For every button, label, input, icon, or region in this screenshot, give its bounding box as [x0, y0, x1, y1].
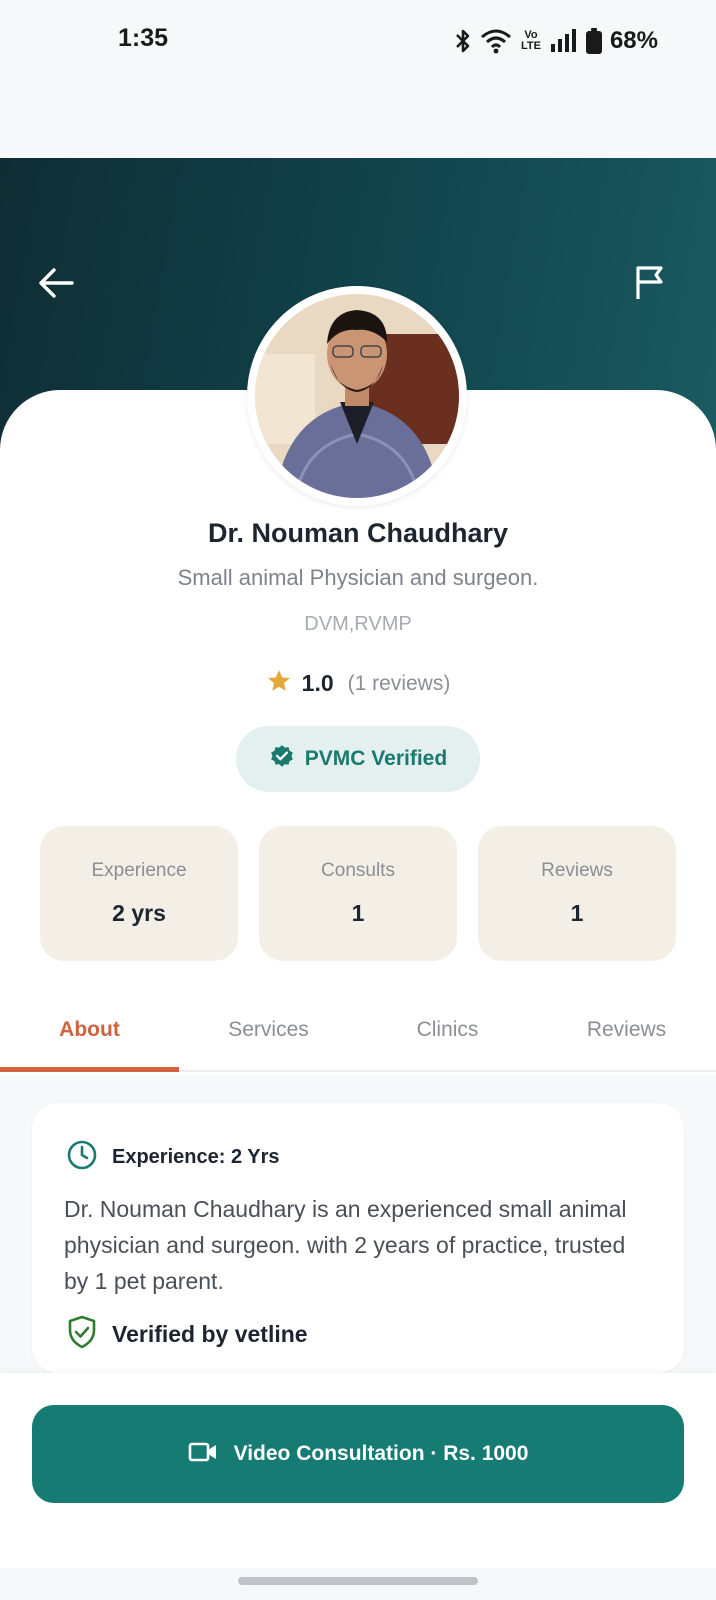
stat-label: Experience [91, 860, 187, 881]
stat-consults: Consults 1 [259, 826, 457, 961]
battery-percent: 68% [609, 27, 658, 54]
stat-label: Reviews [541, 860, 613, 881]
bluetooth-icon [454, 27, 472, 55]
bottom-action-bar: Video Consultation · Rs. 1000 [0, 1373, 716, 1568]
stat-reviews: Reviews 1 [478, 826, 676, 961]
doctor-specialty: Small animal Physician and surgeon. [177, 565, 539, 590]
wifi-icon [480, 28, 512, 54]
clock-icon [66, 1139, 98, 1176]
status-icons: Vo LTE 68% [454, 24, 658, 58]
rating-row[interactable]: 1.0 (1 reviews) [0, 668, 716, 699]
volte-icon: Vo LTE [520, 29, 541, 52]
stat-label: Consults [321, 860, 395, 881]
tab-clinics[interactable]: Clinics [358, 990, 537, 1070]
flag-icon [634, 265, 666, 306]
verified-by-text: Verified by vetline [112, 1321, 308, 1347]
verified-label: PVMC Verified [304, 747, 448, 770]
tab-about[interactable]: About [0, 990, 179, 1072]
video-camera-icon [188, 1441, 218, 1468]
experience-row: Experience: 2 Yrs [66, 1139, 280, 1176]
stat-value: 1 [570, 900, 584, 926]
profile-tabs: About Services Clinics Reviews [0, 990, 716, 1072]
video-consultation-button[interactable]: Video Consultation · Rs. 1000 [32, 1405, 684, 1503]
report-button[interactable] [620, 255, 680, 315]
signal-icon [550, 29, 578, 53]
review-count: (1 reviews) [347, 671, 451, 695]
pvmc-verified-badge: PVMC Verified [236, 726, 480, 792]
doctor-name: Dr. Nouman Chaudhary [207, 518, 509, 548]
home-indicator[interactable] [238, 1577, 478, 1585]
back-button[interactable] [26, 255, 86, 315]
tab-reviews[interactable]: Reviews [537, 990, 716, 1070]
about-description: Dr. Nouman Chaudhary is an experienced s… [64, 1196, 627, 1294]
shield-check-icon [66, 1315, 98, 1354]
status-bar: 1:35 Vo LTE 68% [0, 0, 716, 158]
stat-value: 2 yrs [112, 900, 166, 926]
about-card: Experience: 2 Yrs Dr. Nouman Chaudhary i… [32, 1103, 684, 1373]
stat-experience: Experience 2 yrs [40, 826, 238, 961]
doctor-photo [255, 294, 459, 498]
doctor-degrees: DVM,RVMP [304, 613, 412, 635]
battery-icon [585, 28, 602, 54]
arrow-left-icon [38, 267, 74, 304]
status-time: 1:35 [118, 24, 169, 52]
stat-value: 1 [351, 900, 365, 926]
video-consultation-label: Video Consultation · Rs. 1000 [233, 1442, 529, 1465]
star-icon [266, 668, 292, 699]
stats-row: Experience 2 yrs Consults 1 Reviews 1 [40, 826, 676, 961]
tab-services[interactable]: Services [179, 990, 358, 1070]
experience-heading: Experience: 2 Yrs [112, 1146, 280, 1168]
avatar [247, 286, 467, 506]
verified-badge-icon [269, 744, 295, 775]
verified-row: Verified by vetline [66, 1315, 308, 1354]
rating-value: 1.0 [301, 670, 334, 696]
doctor-profile-screen: 1:35 Vo LTE 68% Dr. Nouman Chaudhary Sma… [0, 0, 716, 1600]
